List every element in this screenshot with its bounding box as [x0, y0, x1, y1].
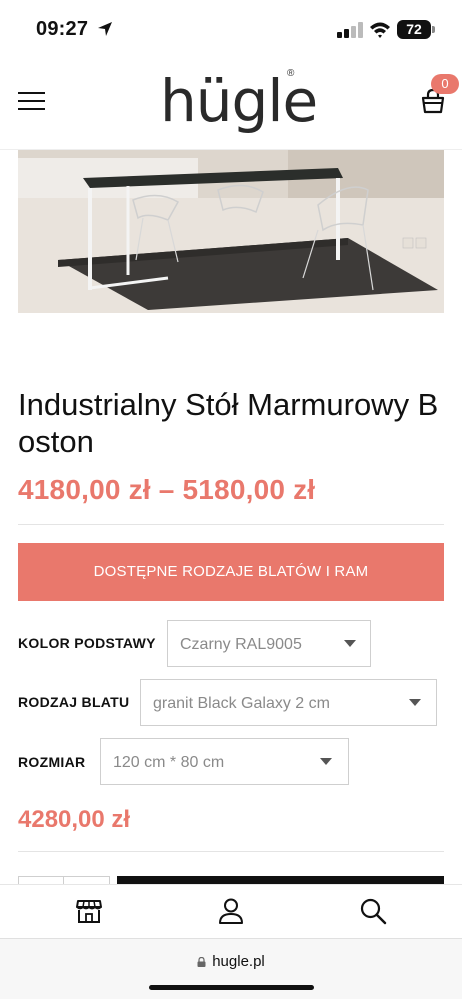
dropdown-caret-icon	[320, 758, 332, 765]
lock-icon	[197, 957, 206, 967]
divider	[18, 524, 444, 525]
quantity-stepper[interactable]	[18, 876, 110, 884]
home-indicator	[149, 985, 314, 990]
size-label: ROZMIAR	[18, 754, 86, 770]
wifi-icon	[370, 22, 390, 38]
cellular-signal-icon	[337, 22, 363, 38]
status-bar: 09:27 72	[0, 0, 462, 58]
base-color-select[interactable]: Czarny RAL9005	[167, 620, 371, 667]
size-select[interactable]: 120 cm * 80 cm	[100, 738, 349, 785]
top-type-select[interactable]: granit Black Galaxy 2 cm	[140, 679, 437, 726]
divider	[18, 851, 444, 852]
base-color-label: KOLOR PODSTAWY	[18, 635, 156, 651]
cart-count-badge[interactable]: 0	[431, 74, 459, 94]
registered-mark: ®	[287, 68, 295, 79]
dropdown-caret-icon	[409, 699, 421, 706]
available-variants-button[interactable]: DOSTĘPNE RODZAJE BLATÓW I RAM	[18, 543, 444, 601]
product-photo	[18, 150, 444, 313]
select-value: 120 cm * 80 cm	[113, 754, 225, 771]
location-arrow-icon	[98, 22, 112, 36]
search-icon[interactable]	[359, 897, 387, 925]
product-title: Industrialny Stół Marmurowy Boston	[18, 387, 439, 459]
select-value: granit Black Galaxy 2 cm	[153, 695, 330, 712]
battery-indicator: 72	[397, 20, 435, 39]
price-range: 4180,00 zł – 5180,00 zł	[18, 474, 316, 505]
status-time: 09:27	[36, 18, 89, 40]
browser-address-bar[interactable]: hugle.pl	[0, 938, 462, 999]
dropdown-caret-icon	[344, 640, 356, 647]
bottom-navigation	[0, 884, 462, 938]
url-text: hugle.pl	[212, 953, 265, 970]
quantity-separator	[63, 876, 64, 884]
site-header: hügle ® 0	[0, 58, 462, 150]
store-icon[interactable]	[75, 897, 103, 925]
user-icon[interactable]	[217, 897, 245, 925]
select-value: Czarny RAL9005	[180, 636, 302, 653]
url-display[interactable]: hugle.pl	[0, 953, 462, 970]
top-type-label: RODZAJ BLATU	[18, 694, 130, 710]
product-image[interactable]	[18, 150, 444, 313]
add-to-cart-button[interactable]	[117, 876, 444, 884]
selected-price: 4280,00 zł	[18, 806, 131, 833]
hamburger-menu-icon[interactable]	[18, 92, 45, 112]
